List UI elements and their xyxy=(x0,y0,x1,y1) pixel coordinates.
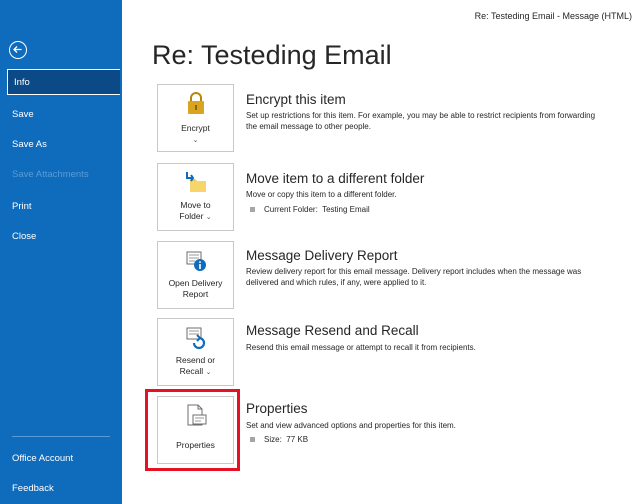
properties-section-title: Properties xyxy=(246,401,308,416)
window-title: Re: Testeding Email - Message (HTML) xyxy=(474,11,632,21)
size-value: 77 KB xyxy=(286,435,309,444)
delivery-report-icon xyxy=(158,248,233,272)
encrypt-button[interactable]: Encrypt ⌄ xyxy=(157,84,234,152)
move-section-description: Move or copy this item to a different fo… xyxy=(246,190,397,199)
open-delivery-report-button[interactable]: Open Delivery Report xyxy=(157,241,234,309)
properties-section-description: Set and view advanced options and proper… xyxy=(246,421,456,430)
current-folder-label: Current Folder: xyxy=(264,205,318,214)
chevron-down-icon: ⌄ xyxy=(205,214,212,221)
encrypt-section-description: Set up restrictions for this item. For e… xyxy=(246,111,596,131)
delivery-section-description: Review delivery report for this email me… xyxy=(246,267,582,287)
encrypt-section-title: Encrypt this item xyxy=(246,92,346,107)
resend-or-recall-label-line1: Resend or xyxy=(175,355,216,365)
chevron-down-icon: ⌄ xyxy=(205,369,212,376)
sidebar-divider xyxy=(12,436,110,437)
current-folder-value: Testing Email xyxy=(322,205,370,214)
page-title: Re: Testeding Email xyxy=(152,40,392,70)
back-arrow-icon[interactable] xyxy=(9,41,27,59)
chevron-down-icon: ⌄ xyxy=(192,137,199,144)
bullet-square-icon xyxy=(250,437,255,443)
resend-section-title: Message Resend and Recall xyxy=(246,323,419,338)
move-to-folder-label-line2: Folder xyxy=(179,211,204,221)
move-to-folder-icon xyxy=(158,170,233,194)
delivery-section-title: Message Delivery Report xyxy=(246,248,398,263)
lock-icon xyxy=(158,91,233,115)
move-to-folder-button[interactable]: Move to Folder ⌄ xyxy=(157,163,234,231)
size-label: Size: xyxy=(264,435,282,444)
move-section-title: Move item to a different folder xyxy=(246,171,425,186)
open-delivery-report-label-line1: Open Delivery xyxy=(168,278,223,288)
sidebar-item-save-attachments: Save Attachments xyxy=(12,169,89,180)
move-to-folder-label-line1: Move to xyxy=(180,200,211,210)
size-info: Size: 77 KB xyxy=(250,435,308,444)
sidebar-item-office-account[interactable]: Office Account xyxy=(0,446,122,472)
current-folder-info: Current Folder: Testing Email xyxy=(250,205,370,214)
sidebar-item-save-as[interactable]: Save As xyxy=(0,132,122,158)
open-delivery-report-label-line2: Report xyxy=(182,289,209,299)
properties-highlight-box xyxy=(145,389,240,471)
sidebar-item-close[interactable]: Close xyxy=(0,224,122,250)
resend-or-recall-button[interactable]: Resend or Recall ⌄ xyxy=(157,318,234,386)
encrypt-button-label: Encrypt xyxy=(181,123,210,133)
resend-recall-icon xyxy=(158,325,233,349)
sidebar-item-print[interactable]: Print xyxy=(0,194,122,220)
resend-section-description: Resend this email message or attempt to … xyxy=(246,343,476,352)
sidebar-item-info[interactable]: Info xyxy=(7,69,120,95)
resend-or-recall-label-line2: Recall xyxy=(179,366,204,376)
bullet-square-icon xyxy=(250,207,255,213)
sidebar-item-feedback[interactable]: Feedback xyxy=(0,476,122,502)
sidebar-item-save[interactable]: Save xyxy=(0,102,122,128)
backstage-sidebar: Info Save Save As Save Attachments Print… xyxy=(0,0,122,504)
